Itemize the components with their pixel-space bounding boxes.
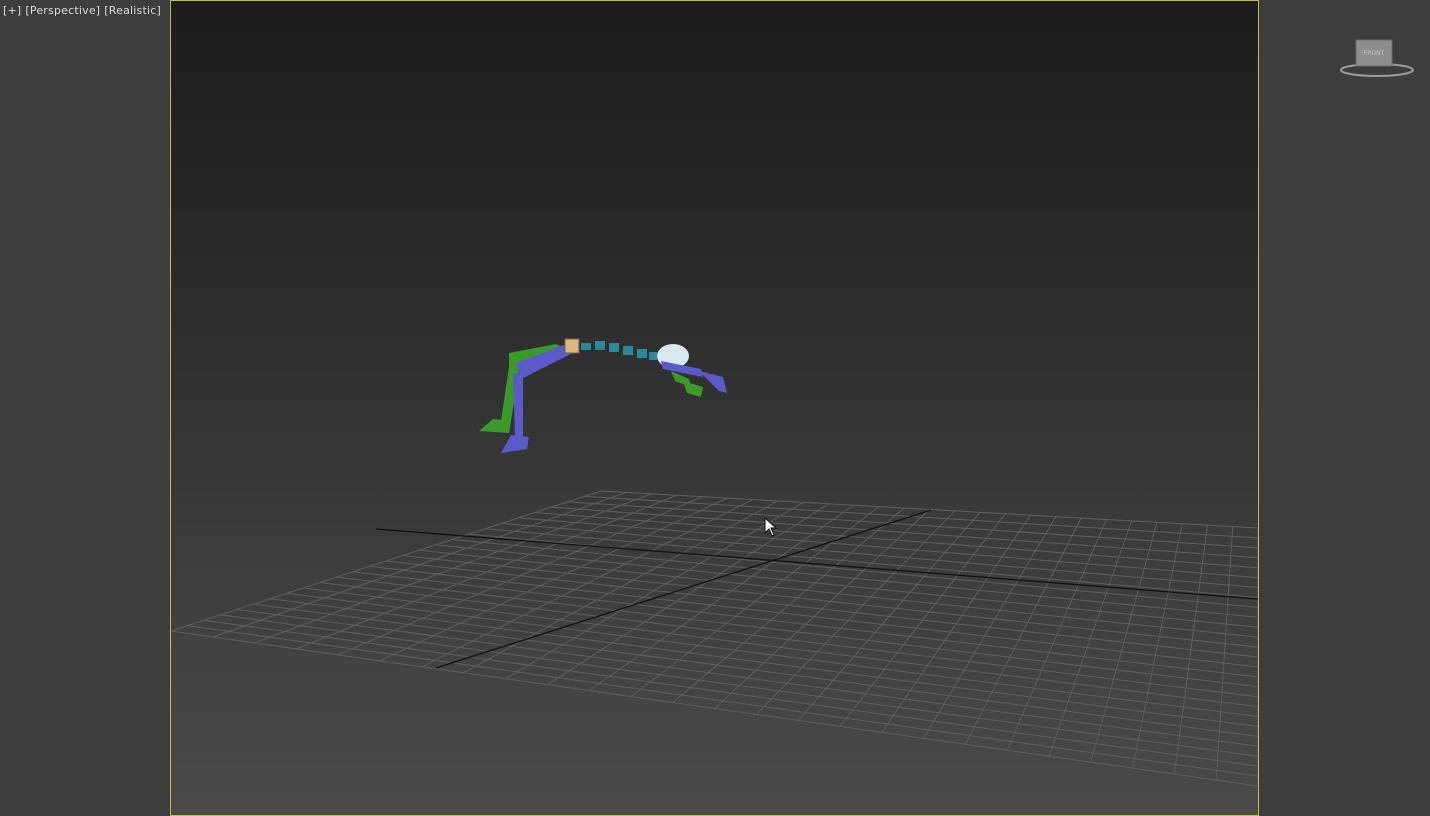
- biped-right-calf[interactable]: [513, 373, 523, 437]
- grid-line: [171, 630, 1258, 787]
- home-grid: [171, 490, 1258, 787]
- grid-line: [220, 614, 1258, 757]
- viewport-shading-menu[interactable]: [Realistic]: [104, 4, 161, 17]
- grid-line: [923, 516, 1057, 739]
- biped-left-hand[interactable]: [683, 381, 703, 397]
- grid-line: [1090, 522, 1158, 763]
- viewport-view-menu[interactable]: [Perspective]: [25, 4, 100, 17]
- biped-pelvis[interactable]: [564, 338, 580, 354]
- biped-right-forearm[interactable]: [699, 371, 727, 393]
- scene-canvas: [171, 338, 1258, 787]
- biped-right-foot[interactable]: [501, 435, 529, 453]
- grid-line: [755, 510, 956, 715]
- grid-line: [253, 603, 1258, 737]
- grid-line: [881, 514, 1031, 733]
- viewcube-icon[interactable]: FRONT: [1338, 36, 1416, 82]
- biped-left-foot[interactable]: [479, 419, 511, 433]
- biped-skeleton[interactable]: [479, 338, 727, 453]
- grid-line: [270, 598, 1258, 727]
- viewport-label-menu: [+] [Perspective] [Realistic]: [3, 4, 161, 17]
- grid-line: [352, 571, 1258, 678]
- biped-spine[interactable]: [581, 341, 657, 360]
- viewcube-face-label: FRONT: [1364, 50, 1385, 57]
- perspective-viewport[interactable]: [170, 0, 1259, 816]
- world-y-axis: [435, 509, 932, 669]
- grid-line: [204, 619, 1258, 767]
- app-window: [+] [Perspective] [Realistic] FRONT: [0, 0, 1430, 816]
- viewport-plus-menu[interactable]: [+]: [3, 4, 21, 17]
- mouse-pointer-icon: [764, 517, 778, 537]
